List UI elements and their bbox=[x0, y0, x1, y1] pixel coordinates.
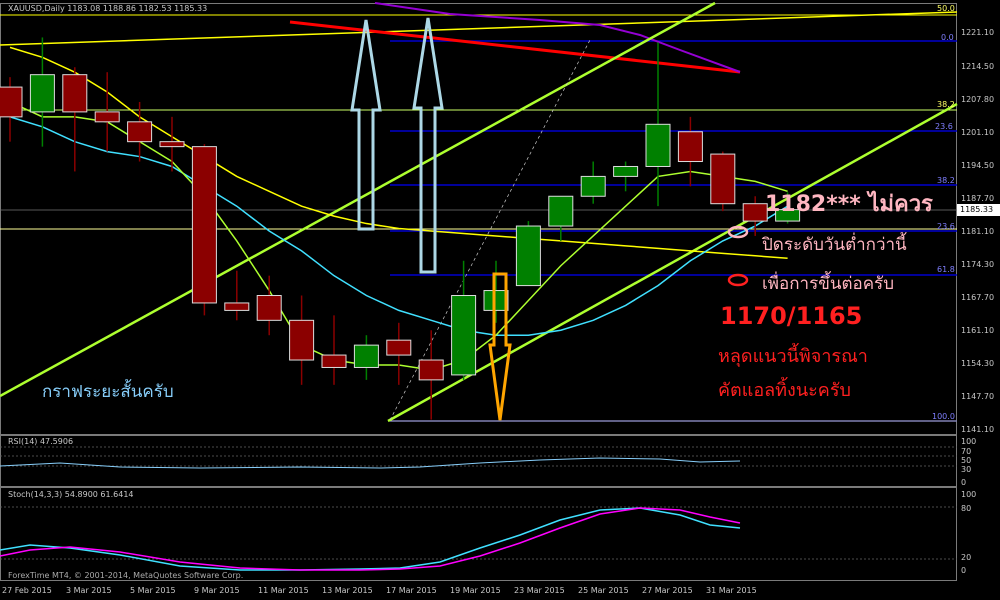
rsi-header: RSI(14) 47.5906 bbox=[8, 437, 74, 446]
support-note-line3: คัตแอลทิ้งนะครับ bbox=[718, 380, 851, 401]
price-tick: 1214.50 bbox=[961, 62, 995, 71]
price-tick: 1194.50 bbox=[961, 161, 995, 170]
price-axis: 1221.10 1214.50 1207.80 1201.10 1194.50 … bbox=[957, 0, 1000, 600]
up-arrow-icon bbox=[412, 17, 444, 274]
fib-label: 61.8 bbox=[937, 265, 955, 274]
stoch-signal-line bbox=[0, 507, 741, 571]
candle-body bbox=[645, 123, 671, 167]
price-tick: 1161.10 bbox=[961, 326, 995, 335]
stoch-main-line bbox=[0, 507, 741, 571]
symbol-header: XAUUSD,Daily 1183.08 1188.86 1182.53 118… bbox=[8, 4, 208, 13]
stoch-tick: 80 bbox=[961, 504, 972, 513]
copyright-text: ForexTime MT4, © 2001-2014, MetaQuotes S… bbox=[8, 571, 244, 580]
candle-body bbox=[94, 111, 120, 123]
candle-body bbox=[224, 302, 250, 311]
candle-body bbox=[710, 153, 736, 205]
time-tick: 31 Mar 2015 bbox=[706, 586, 757, 595]
price-tick: 1174.30 bbox=[961, 260, 995, 269]
candle-body bbox=[127, 121, 153, 143]
price-tick: 1221.10 bbox=[961, 28, 995, 37]
resistance-price-label: 1182*** ไม่ควร bbox=[765, 192, 933, 217]
price-tick: 1141.10 bbox=[961, 425, 995, 434]
time-tick: 3 Mar 2015 bbox=[66, 586, 112, 595]
candle-body bbox=[451, 295, 477, 376]
rsi-tick: 50 bbox=[961, 456, 972, 465]
time-tick: 5 Mar 2015 bbox=[130, 586, 176, 595]
resistance-note-line2: ปิดระดับวันต่ำกว่านี้ bbox=[762, 235, 907, 255]
time-tick: 11 Mar 2015 bbox=[258, 586, 309, 595]
fib-label: 100.0 bbox=[932, 412, 955, 421]
candle-body bbox=[159, 141, 185, 148]
rsi-line bbox=[0, 457, 741, 469]
candle-body bbox=[483, 290, 509, 311]
candle-body bbox=[353, 344, 379, 368]
stoch-tick: 0 bbox=[961, 566, 967, 575]
fib-label: 38.2 bbox=[937, 176, 955, 185]
candle-body bbox=[515, 225, 541, 287]
trend-line bbox=[0, 11, 958, 46]
stoch-tick: 100 bbox=[961, 490, 977, 499]
stoch-header: Stoch(14,3,3) 54.8900 61.6414 bbox=[8, 490, 134, 499]
rsi-tick: 30 bbox=[961, 465, 972, 474]
price-tick: 1167.70 bbox=[961, 293, 995, 302]
price-tick: 1201.10 bbox=[961, 128, 995, 137]
fib-label: 38.2 bbox=[937, 100, 955, 109]
chart-canvas bbox=[0, 1, 958, 571]
time-tick: 23 Mar 2015 bbox=[514, 586, 565, 595]
time-tick: 27 Feb 2015 bbox=[2, 586, 52, 595]
candle-body bbox=[418, 359, 444, 381]
moving-average-line bbox=[9, 116, 788, 336]
fib-label: 50.0 bbox=[937, 4, 955, 13]
time-tick: 27 Mar 2015 bbox=[642, 586, 693, 595]
resistance-note-line3: เพื่อการขึ้นต่อครับ bbox=[762, 274, 894, 294]
rsi-tick: 100 bbox=[961, 437, 977, 446]
candle-body bbox=[256, 295, 282, 321]
candle-body bbox=[677, 131, 703, 163]
candle-body bbox=[62, 74, 88, 113]
rsi-tick: 0 bbox=[961, 478, 967, 487]
candle-body bbox=[580, 175, 606, 197]
time-tick: 17 Mar 2015 bbox=[386, 586, 437, 595]
candle-body bbox=[29, 74, 55, 113]
candle-body bbox=[191, 146, 217, 304]
price-tick: 1154.30 bbox=[961, 359, 995, 368]
time-tick: 13 Mar 2015 bbox=[322, 586, 373, 595]
candle-body bbox=[548, 195, 574, 227]
current-price-marker: 1185.33 bbox=[957, 204, 1000, 216]
time-tick: 19 Mar 2015 bbox=[450, 586, 501, 595]
fib-label: 0.0 bbox=[941, 33, 954, 42]
price-tick: 1147.70 bbox=[961, 392, 995, 401]
candle-body bbox=[289, 319, 315, 361]
support-note-line2: หลุดแนวนี้พิจารณา bbox=[718, 346, 868, 367]
candle-body bbox=[742, 203, 768, 222]
fib-label: 23.6 bbox=[935, 122, 953, 131]
up-arrow-icon bbox=[350, 19, 382, 231]
support-price-label: 1170/1165 bbox=[720, 302, 863, 330]
circle-marker-icon bbox=[727, 273, 749, 287]
moving-average-line bbox=[9, 46, 788, 260]
stoch-tick: 20 bbox=[961, 553, 972, 562]
candle-body bbox=[613, 165, 639, 177]
time-tick: 9 Mar 2015 bbox=[194, 586, 240, 595]
price-tick: 1187.70 bbox=[961, 194, 995, 203]
candle-body bbox=[0, 86, 23, 118]
candle-body bbox=[386, 339, 412, 356]
candle-body bbox=[321, 354, 347, 368]
price-tick: 1207.80 bbox=[961, 95, 995, 104]
rsi-tick: 70 bbox=[961, 447, 972, 456]
short-term-chart-label: กราฟระยะสั้นครับ bbox=[42, 382, 174, 402]
fib-label: 23.6 bbox=[937, 222, 955, 231]
price-tick: 1181.10 bbox=[961, 227, 995, 236]
time-tick: 25 Mar 2015 bbox=[578, 586, 629, 595]
